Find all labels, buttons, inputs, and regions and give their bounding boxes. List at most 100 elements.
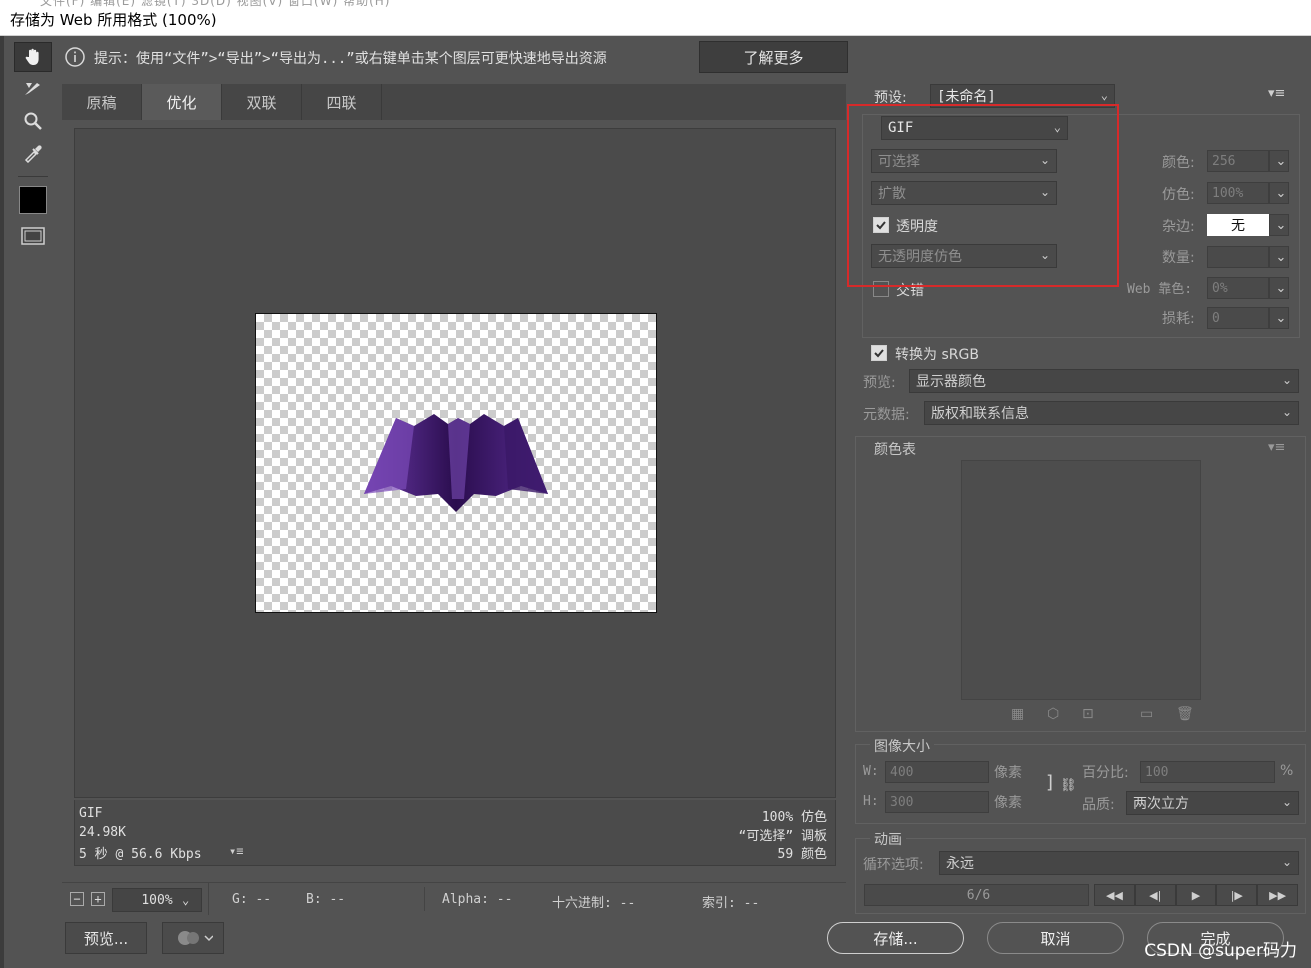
chevron-down-icon[interactable]: ⌄ — [1269, 214, 1289, 236]
cancel-button[interactable]: 取消 — [987, 922, 1124, 954]
width-label: W: — [863, 764, 879, 779]
map-transparency-icon[interactable]: ▦ — [1011, 706, 1024, 722]
zoom-out-button[interactable]: − — [70, 892, 84, 906]
tab-original[interactable]: 原稿 — [62, 84, 142, 120]
quality-select[interactable]: 两次立方 ⌄ — [1126, 791, 1299, 815]
tip-bar: 提示：使用“文件”>“导出”>“导出为...”或右键单击某个图层可更快速地导出资… — [56, 40, 848, 74]
loop-select[interactable]: 永远 ⌄ — [939, 851, 1299, 875]
colors-field[interactable]: 256 — [1207, 150, 1269, 172]
color-table-title: 颜色表 — [870, 439, 920, 459]
zoom-tool[interactable] — [14, 106, 52, 136]
trash-icon[interactable]: 🗑 — [1176, 706, 1194, 722]
settings-menu-icon[interactable]: ▾≡ — [1268, 86, 1285, 101]
height-label: H: — [863, 794, 879, 809]
hand-icon — [25, 48, 39, 65]
download-speed-menu-icon[interactable]: ▾≡ — [229, 844, 243, 858]
background-menu: 文件(F) 编辑(E) 滤镜(T) 3D(D) 视图(V) 窗口(W) 帮助(H… — [40, 0, 391, 8]
tool-panel — [14, 40, 52, 260]
info-dither: 100% 仿色 — [761, 810, 827, 825]
info-colors: 59 颜色 — [777, 847, 827, 862]
metadata-label: 元数据: — [863, 407, 910, 423]
first-frame-icon[interactable]: ◀◀ — [1094, 884, 1135, 906]
checkmark-icon — [874, 349, 884, 358]
web-snap-field[interactable]: 0% — [1207, 277, 1269, 299]
previous-frame-icon[interactable]: ◀| — [1134, 884, 1176, 906]
quality-value: 两次立方 — [1133, 796, 1189, 812]
eyedropper-color-swatch[interactable] — [19, 186, 47, 214]
convert-srgb-checkbox[interactable] — [871, 345, 887, 361]
amount-label: 数量: — [1162, 250, 1195, 266]
frame-counter: 6/6 — [864, 884, 1089, 906]
web-shift-cube-icon[interactable]: ⬡ — [1047, 706, 1059, 722]
preview-button[interactable]: 预览... — [65, 922, 147, 954]
chevron-down-icon: ⌄ — [1281, 795, 1292, 809]
tab-optimized[interactable]: 优化 — [142, 84, 222, 120]
divider — [208, 883, 209, 915]
web-snap-label: Web 靠色: — [1127, 282, 1193, 297]
chevron-down-icon[interactable]: ⌄ — [1269, 277, 1289, 299]
save-button[interactable]: 存储... — [827, 922, 964, 954]
metadata-select[interactable]: 版权和联系信息 ⌄ — [924, 401, 1299, 425]
view-tabs: 原稿 优化 双联 四联 — [62, 84, 846, 120]
lossy-field[interactable]: 0 — [1207, 307, 1269, 329]
chevron-down-icon[interactable]: ⌄ — [1269, 246, 1289, 268]
highlight-annotation-box — [847, 104, 1119, 287]
toggle-slices-button[interactable] — [19, 224, 47, 248]
browser-preview-button[interactable] — [162, 922, 224, 954]
hand-tool[interactable] — [14, 42, 52, 72]
preview-mode-value: 显示器颜色 — [916, 374, 986, 390]
dither-amount-label: 仿色: — [1162, 187, 1195, 203]
blue-readout: B: -- — [306, 892, 346, 907]
green-readout: G: -- — [232, 892, 272, 907]
animation-title: 动画 — [870, 829, 906, 849]
eyedropper-tool[interactable] — [14, 138, 52, 168]
preview-mode-select[interactable]: 显示器颜色 ⌄ — [909, 369, 1299, 393]
quality-label: 品质: — [1082, 797, 1115, 813]
percent-label: 百分比: — [1082, 765, 1129, 781]
bat-shape-image — [364, 414, 548, 512]
amount-field[interactable] — [1207, 246, 1269, 268]
play-icon[interactable]: ▶ — [1175, 884, 1217, 906]
percent-unit: % — [1280, 763, 1294, 779]
divider — [424, 887, 425, 911]
tip-text: 提示：使用“文件”>“导出”>“导出为...”或右键单击某个图层可更快速地导出资… — [94, 51, 607, 67]
matte-color-field[interactable]: 无 — [1207, 214, 1269, 236]
lock-color-icon[interactable]: ⊡ — [1082, 706, 1094, 722]
width-field[interactable]: 400 — [885, 761, 989, 783]
link-constrain-icon[interactable]: ] — [1046, 772, 1053, 793]
zoom-dropdown-icon[interactable]: ⌄ — [182, 893, 189, 907]
chevron-down-icon[interactable]: ⌄ — [1269, 150, 1289, 172]
alpha-readout: Alpha: -- — [442, 892, 513, 907]
zoom-in-button[interactable]: + — [91, 892, 105, 906]
animation-controls: ◀◀ ◀| ▶ |▶ ▶▶ — [1094, 884, 1298, 906]
tab-2-up[interactable]: 双联 — [222, 84, 302, 120]
magnifier-icon — [24, 112, 42, 130]
chevron-down-icon: ⌄ — [1281, 373, 1292, 387]
new-color-icon[interactable]: ▭ — [1140, 706, 1153, 722]
window-title: 存储为 Web 所用格式 (100%) — [10, 11, 217, 29]
browser-icon — [178, 931, 213, 945]
status-bar: − + 100% ⌄ G: -- B: -- Alpha: -- 十六进制: -… — [62, 882, 846, 915]
learn-more-button[interactable]: 了解更多 — [699, 41, 848, 73]
convert-srgb-label: 转换为 sRGB — [895, 347, 979, 363]
last-frame-icon[interactable]: ▶▶ — [1257, 884, 1298, 906]
chevron-down-icon: ⌄ — [1281, 405, 1292, 419]
slice-select-tool[interactable] — [14, 74, 52, 104]
color-table-menu-icon[interactable]: ▾≡ — [1268, 440, 1285, 455]
chain-link-icon[interactable]: ⛓ — [1060, 778, 1077, 793]
info-filesize: 24.98K — [79, 825, 126, 840]
chevron-down-icon[interactable]: ⌄ — [1269, 307, 1289, 329]
next-frame-icon[interactable]: |▶ — [1216, 884, 1258, 906]
preset-value: [未命名] — [937, 89, 996, 105]
tab-4-up[interactable]: 四联 — [302, 84, 382, 120]
lossy-label: 损耗: — [1162, 311, 1195, 327]
color-table-swatches[interactable] — [961, 460, 1201, 700]
preview-canvas[interactable] — [74, 128, 836, 798]
loop-label: 循环选项: — [863, 857, 924, 873]
percent-field[interactable]: 100 — [1140, 761, 1275, 783]
height-field[interactable]: 300 — [885, 791, 989, 813]
dither-amount-field[interactable]: 100% — [1207, 182, 1269, 204]
eyedropper-icon — [24, 145, 42, 163]
slice-visibility-icon — [21, 227, 45, 245]
chevron-down-icon[interactable]: ⌄ — [1269, 182, 1289, 204]
